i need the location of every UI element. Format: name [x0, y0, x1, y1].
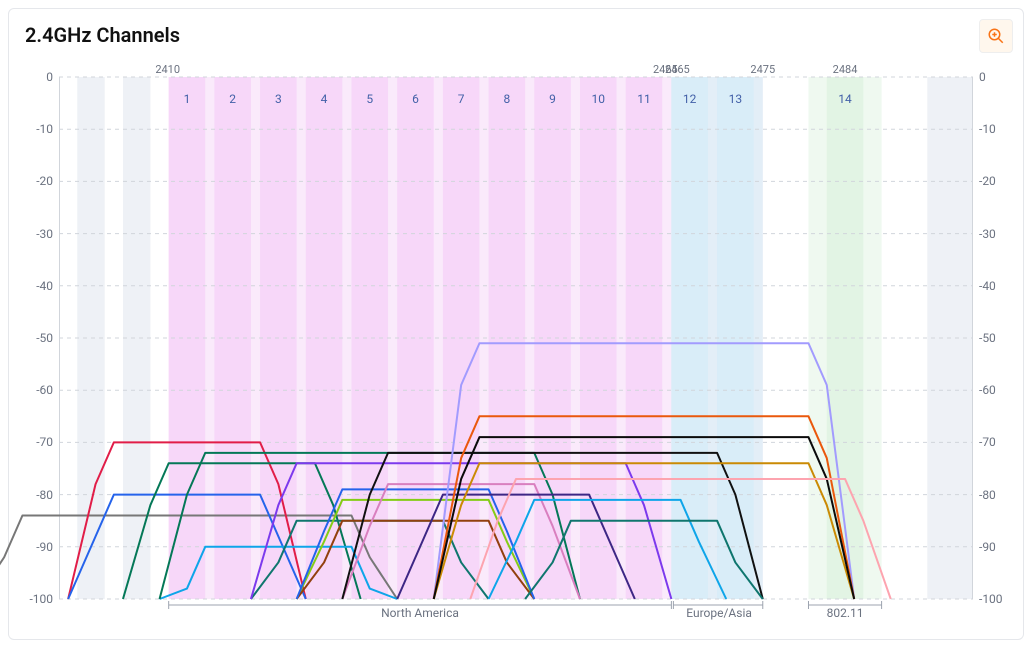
svg-text:4: 4 — [321, 92, 328, 106]
page-title: 2.4GHz Channels — [25, 23, 180, 47]
svg-text:7: 7 — [458, 92, 465, 106]
svg-text:Europe/Asia: Europe/Asia — [686, 606, 752, 620]
svg-text:13: 13 — [729, 92, 743, 106]
chart-svg: 241024652465247524841234567891011121314N… — [59, 77, 973, 599]
svg-text:3: 3 — [275, 92, 282, 106]
svg-text:802.11: 802.11 — [827, 606, 864, 620]
svg-text:1: 1 — [184, 92, 191, 106]
svg-text:9: 9 — [549, 92, 556, 106]
svg-text:5: 5 — [366, 92, 373, 106]
svg-text:2410: 2410 — [155, 63, 180, 76]
svg-text:12: 12 — [683, 92, 697, 106]
svg-text:2465: 2465 — [665, 63, 690, 76]
svg-text:6: 6 — [412, 92, 419, 106]
svg-text:11: 11 — [637, 92, 651, 106]
zoom-in-icon — [987, 27, 1005, 45]
svg-text:8: 8 — [503, 92, 510, 106]
svg-text:North America: North America — [381, 606, 459, 620]
svg-text:10: 10 — [592, 92, 606, 106]
card: 2.4GHz Channels 0-10-20-30-40-50-60-70-8… — [8, 8, 1024, 640]
svg-text:14: 14 — [838, 92, 852, 106]
svg-text:2: 2 — [229, 92, 236, 106]
zoom-reset-button[interactable] — [979, 19, 1013, 53]
svg-text:2475: 2475 — [750, 63, 775, 76]
plot-area[interactable]: 241024652465247524841234567891011121314N… — [59, 77, 973, 599]
svg-text:2484: 2484 — [833, 63, 858, 76]
plot-outer: 0-10-20-30-40-50-60-70-80-90-100 0-10-20… — [21, 65, 1011, 627]
